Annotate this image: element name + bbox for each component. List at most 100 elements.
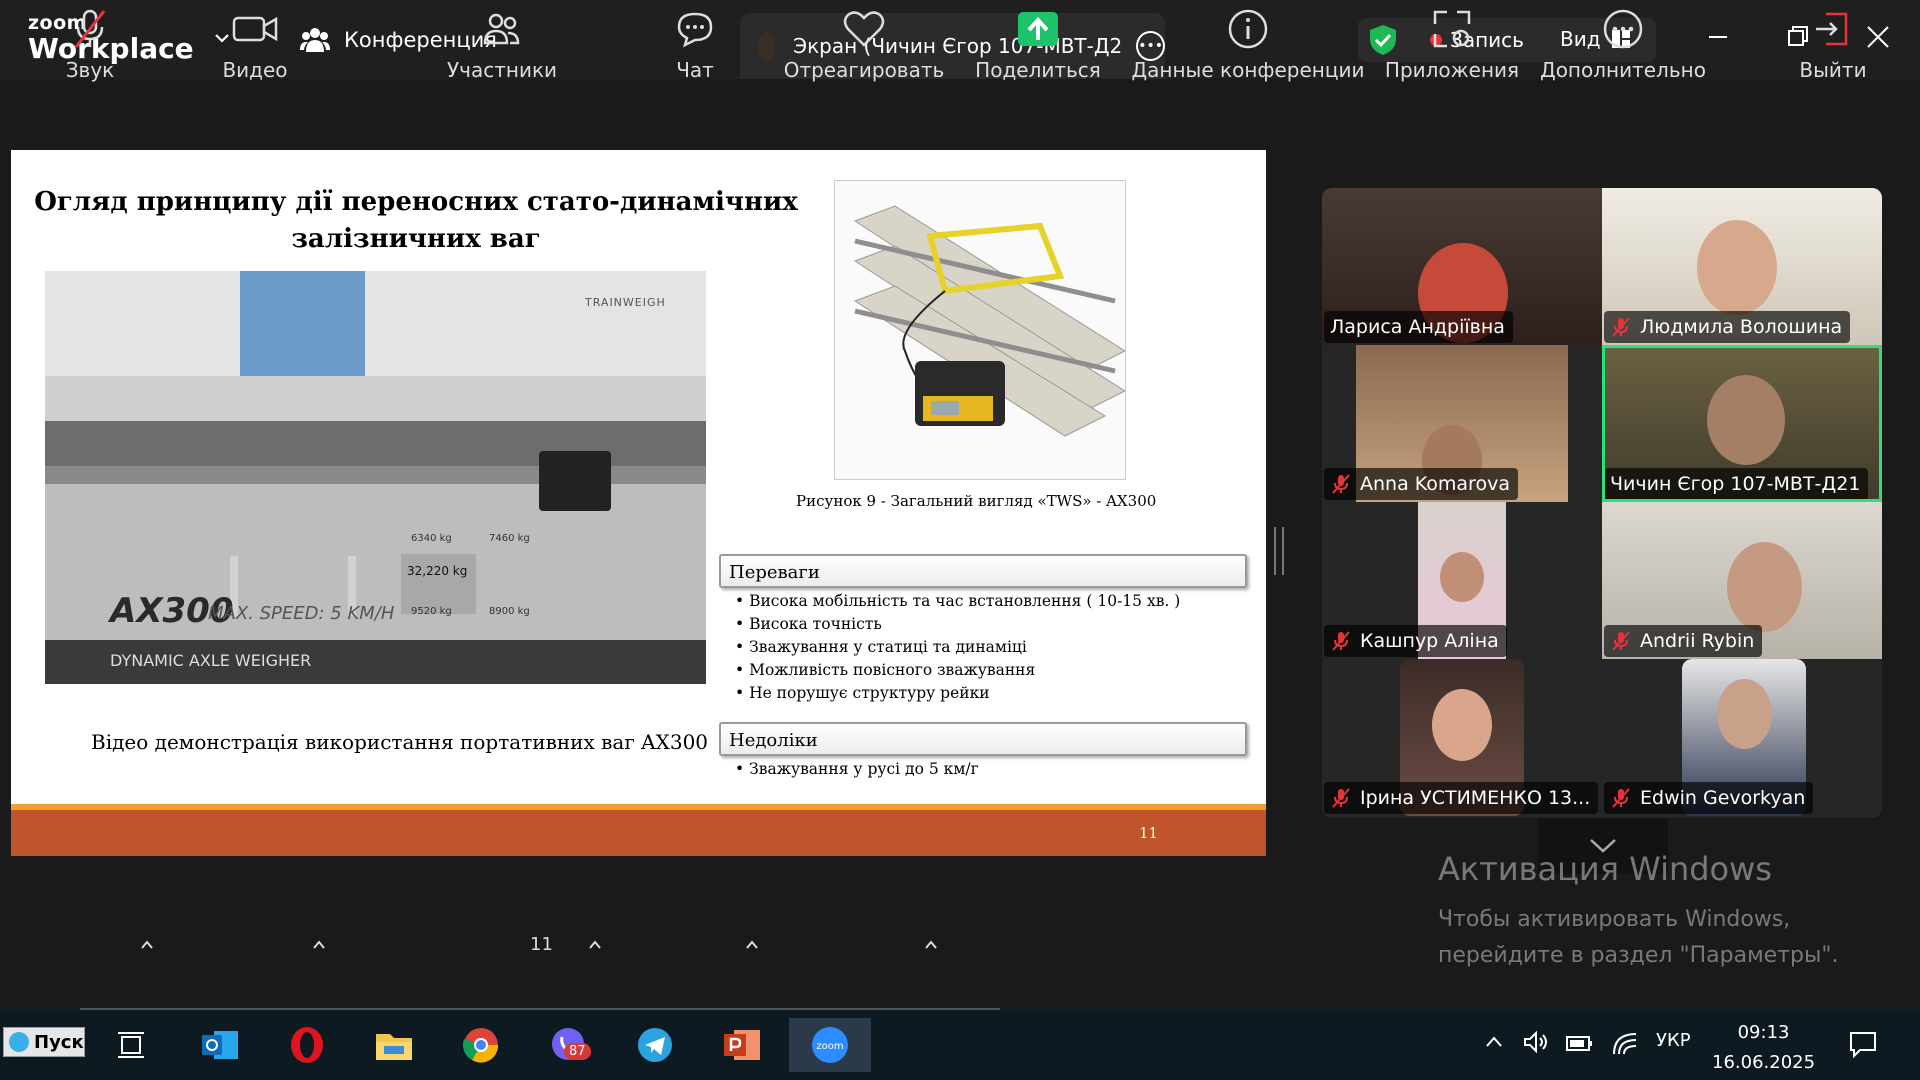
participant-tile[interactable]: Edwin Gevorkyan xyxy=(1602,659,1882,816)
meeting-info-button[interactable]: Данные конференции xyxy=(1132,0,1364,100)
participant-name: Кашпур Аліна xyxy=(1360,630,1499,652)
sharer-avatar xyxy=(758,32,776,60)
participants-icon xyxy=(483,13,520,45)
chrome-icon xyxy=(462,1028,499,1063)
clock-time: 09:13 xyxy=(1737,1022,1790,1043)
video-camera-icon xyxy=(232,16,278,42)
participant-face xyxy=(1697,220,1777,315)
meeting-info-label: Данные конференции xyxy=(1131,58,1365,82)
audio-options-caret-icon[interactable] xyxy=(140,938,154,952)
weigher-case xyxy=(539,451,611,511)
list-item: • Висока точність xyxy=(735,615,882,633)
apps-button[interactable]: Приложения xyxy=(1384,0,1520,100)
participant-name: Anna Komarova xyxy=(1360,473,1510,495)
video-label: Видео xyxy=(222,58,288,82)
battery-icon[interactable] xyxy=(1565,1032,1595,1054)
participants-options-caret-icon[interactable] xyxy=(588,938,602,952)
info-icon xyxy=(1228,9,1268,49)
viber-badge: 87 xyxy=(564,1043,591,1060)
react-label: Отреагировать xyxy=(783,58,945,82)
list-item: • Не порушує структуру рейки xyxy=(735,684,990,702)
participant-name: Людмила Волошина xyxy=(1640,316,1843,338)
muted-mic-icon xyxy=(1612,788,1630,808)
apps-icon xyxy=(1433,10,1471,48)
language-indicator[interactable]: УКР xyxy=(1656,1030,1691,1051)
participant-name-bar: Кашпур Аліна xyxy=(1324,625,1507,657)
windows-logo-icon xyxy=(9,1032,29,1052)
react-options-caret-icon[interactable] xyxy=(924,938,938,952)
chat-options-caret-icon[interactable] xyxy=(745,938,759,952)
taskbar-powerpoint[interactable] xyxy=(714,1018,770,1072)
participants-count: 11 xyxy=(530,934,553,955)
notifications-icon[interactable] xyxy=(1848,1030,1878,1058)
start-button[interactable]: Пуск xyxy=(3,1027,85,1057)
apps-label: Приложения xyxy=(1384,58,1520,82)
taskbar-chrome[interactable] xyxy=(453,1018,509,1072)
dynamic-axle-label: DYNAMIC AXLE WEIGHER xyxy=(110,651,312,670)
task-view-button[interactable] xyxy=(103,1018,159,1072)
audio-button[interactable]: Звук xyxy=(60,0,120,100)
zoom-icon: zoom xyxy=(812,1027,848,1063)
participant-face xyxy=(1432,689,1492,761)
svg-text:zoom: zoom xyxy=(816,1041,843,1052)
participants-button[interactable]: Участники xyxy=(447,0,557,100)
participant-tile[interactable]: Кашпур Аліна xyxy=(1322,502,1602,659)
disadvantages-header: Недоліки xyxy=(719,722,1247,756)
watermark-line3: перейдите в раздел "Параметры". xyxy=(1438,943,1839,968)
outlook-icon xyxy=(202,1031,238,1059)
taskbar-file-explorer[interactable] xyxy=(366,1018,422,1072)
participant-tile[interactable]: Лариса Андріївна xyxy=(1322,188,1602,345)
chevron-up-icon[interactable] xyxy=(1484,1034,1504,1050)
clock-date: 16.06.2025 xyxy=(1712,1052,1816,1073)
participant-name: Ірина УСТИМЕНКО 13... xyxy=(1360,787,1591,809)
react-button[interactable]: Отреагировать xyxy=(783,0,945,100)
muted-mic-icon xyxy=(1332,474,1350,494)
weight-tr: 7460 kg xyxy=(489,533,530,544)
taskbar-zoom[interactable]: zoom xyxy=(789,1018,871,1072)
taskbar-outlook[interactable] xyxy=(192,1018,248,1072)
start-label: Пуск xyxy=(34,1031,84,1053)
leave-label: Выйти xyxy=(1799,58,1867,82)
weight-bl: 9520 kg xyxy=(411,606,452,617)
share-label: Поделиться xyxy=(975,58,1101,82)
volume-icon[interactable] xyxy=(1522,1030,1552,1054)
video-button[interactable]: Видео xyxy=(220,0,290,100)
watermark-title: Активация Windows xyxy=(1438,850,1772,888)
heart-icon xyxy=(843,11,885,47)
muted-mic-icon xyxy=(1332,788,1350,808)
share-screen-button[interactable]: Поделиться xyxy=(975,0,1101,100)
wagon-door xyxy=(240,271,365,376)
chat-label: Чат xyxy=(676,58,714,82)
participant-name-bar: Ірина УСТИМЕНКО 13... xyxy=(1324,782,1599,814)
split-resize-handle[interactable] xyxy=(1274,527,1284,575)
list-item: • Можливість повісного зважування xyxy=(735,661,1036,679)
muted-mic-icon xyxy=(1612,317,1630,337)
participant-tile[interactable]: Andrii Rybin xyxy=(1602,502,1882,659)
tws-illustration xyxy=(853,205,1125,437)
system-clock[interactable]: 09:13 16.06.2025 xyxy=(1712,1018,1815,1078)
muted-mic-icon xyxy=(1612,631,1630,651)
leave-button[interactable]: Выйти xyxy=(1798,0,1868,100)
participants-group-icon xyxy=(300,28,330,52)
video-gallery: Лариса Андріївна Людмила Волошина Anna K… xyxy=(1322,188,1882,818)
wifi-icon[interactable] xyxy=(1612,1030,1638,1056)
slide-title: Огляд принципу дії переносних стато-дина… xyxy=(34,187,798,254)
participant-name: Edwin Gevorkyan xyxy=(1640,787,1806,809)
participant-name-bar: Edwin Gevorkyan xyxy=(1604,782,1814,814)
participant-tile[interactable]: Ірина УСТИМЕНКО 13... xyxy=(1322,659,1602,816)
taskbar-opera[interactable] xyxy=(279,1018,335,1072)
taskbar-telegram[interactable] xyxy=(627,1018,683,1072)
more-button[interactable]: Дополнительно xyxy=(1540,0,1706,100)
participant-tile[interactable]: Людмила Волошина xyxy=(1602,188,1882,345)
participant-tile[interactable]: Anna Komarova xyxy=(1322,345,1602,502)
participant-name: Лариса Андріївна xyxy=(1324,311,1513,343)
chat-button[interactable]: Чат xyxy=(665,0,725,100)
advantages-header: Переваги xyxy=(719,554,1247,588)
video-caption: Відео демонстрація використання портатив… xyxy=(91,730,709,754)
advantages-list: • Висока мобільність та час встановлення… xyxy=(735,590,1180,705)
shared-slide: Огляд принципу дії переносних стато-дина… xyxy=(11,150,1266,856)
active-speaker-frame xyxy=(1602,345,1882,502)
video-options-caret-icon[interactable] xyxy=(312,938,326,952)
more-label: Дополнительно xyxy=(1540,58,1706,82)
minimize-icon[interactable] xyxy=(1703,22,1733,52)
